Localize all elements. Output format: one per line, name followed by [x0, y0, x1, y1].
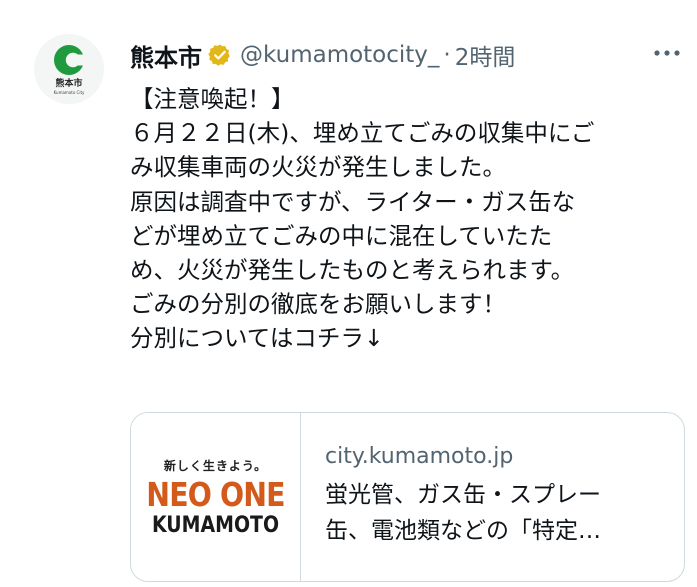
link-card-thumbnail: 新しく生きよう。 NEO ONE KUMAMOTO — [131, 413, 301, 581]
link-card-desc-line: 缶、電池類などの「特定… — [325, 518, 601, 544]
tweet-text: 【注意喚起！】 ６月２２日(木)、埋め立てごみの収集中にご み収集車両の火災が発… — [130, 82, 690, 356]
thumbnail-title: NEO ONE — [146, 475, 285, 514]
tweet-line: 原因は調査中ですが、ライター・ガス缶な — [130, 187, 576, 216]
link-card-info: city.kumamoto.jp 蛍光管、ガス缶・スプレー 缶、電池類などの「特… — [301, 413, 684, 581]
tweet-line: 分別についてはコチラ↓ — [130, 324, 384, 353]
avatar-subcaption: Kumamoto City — [54, 90, 85, 95]
more-options-icon[interactable] — [651, 38, 683, 68]
avatar-caption: 熊本市 — [55, 77, 82, 89]
thumbnail-subtitle: KUMAMOTO — [151, 513, 280, 538]
link-card[interactable]: 新しく生きよう。 NEO ONE KUMAMOTO city.kumamoto.… — [130, 412, 685, 582]
timestamp[interactable]: 2時間 — [455, 38, 516, 72]
tweet-line: ごみの分別の徹底をお願いします！ — [130, 290, 506, 319]
verified-badge-icon[interactable] — [208, 43, 232, 67]
tweet: 熊本市 Kumamoto City 熊本市 @kumamotocity_ · 2… — [0, 0, 697, 587]
kumamoto-city-logo-icon: 熊本市 Kumamoto City — [34, 34, 104, 104]
tweet-header: 熊本市 @kumamotocity_ · 2時間 — [130, 38, 677, 72]
display-name[interactable]: 熊本市 — [130, 38, 202, 73]
avatar[interactable]: 熊本市 Kumamoto City — [34, 34, 104, 104]
thumbnail-tagline: 新しく生きよう。 — [163, 459, 268, 473]
link-card-description: 蛍光管、ガス缶・スプレー 缶、電池類などの「特定… — [325, 477, 664, 549]
tweet-line: ６月２２日(木)、埋め立てごみの収集中にご — [130, 119, 595, 148]
tweet-line: どが埋め立てごみの中に混在していたた — [130, 221, 553, 250]
tweet-line: み収集車両の火災が発生しました。 — [130, 153, 506, 182]
link-card-desc-line: 蛍光管、ガス缶・スプレー — [325, 482, 601, 508]
tweet-line: め、火災が発生したものと考えられます。 — [130, 256, 575, 285]
link-card-domain: city.kumamoto.jp — [325, 444, 514, 469]
account-handle[interactable]: @kumamotocity_ — [240, 42, 439, 68]
separator: · — [443, 42, 451, 68]
tweet-line: 【注意喚起！】 — [130, 85, 295, 113]
